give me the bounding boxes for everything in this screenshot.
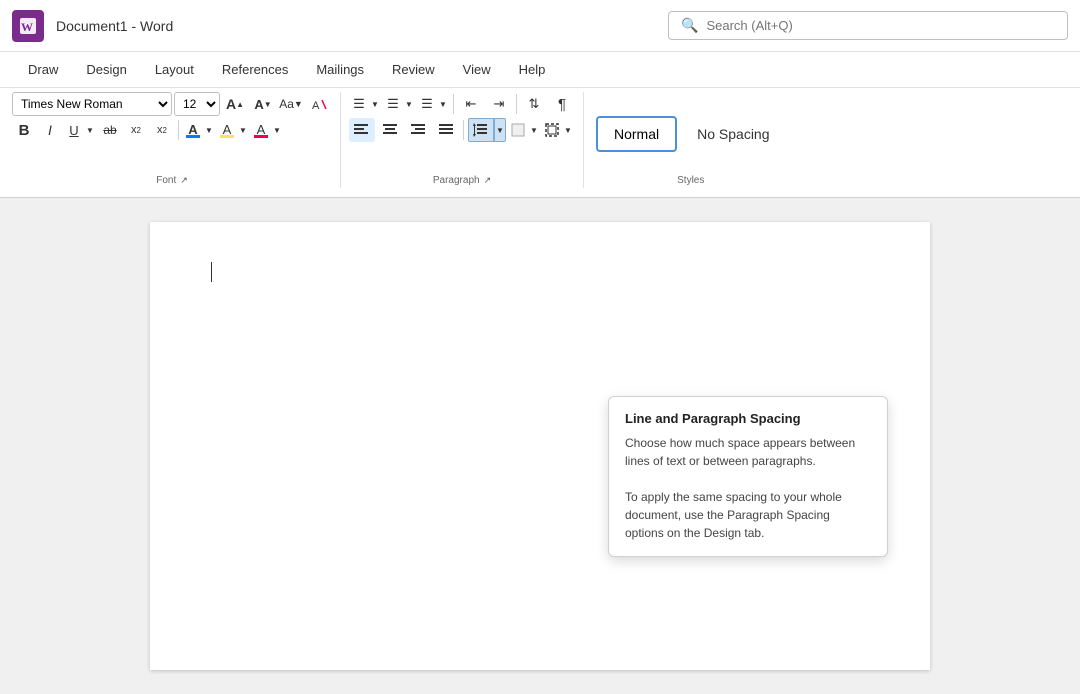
font-size-select[interactable]: 12 10 14 16: [174, 92, 220, 116]
font-name-select[interactable]: Times New Roman Arial Calibri: [12, 92, 172, 116]
align-left-button[interactable]: [349, 118, 375, 142]
align-right-button[interactable]: [405, 118, 431, 142]
borders-dropdown[interactable]: ▼: [562, 118, 574, 142]
workspace: Line and Paragraph Spacing Choose how mu…: [0, 198, 1080, 694]
strikethrough-button[interactable]: ab: [98, 118, 122, 142]
menu-item-draw[interactable]: Draw: [16, 56, 70, 83]
clear-format-button[interactable]: A: [306, 92, 332, 116]
para-group-label: Paragraph ↗: [349, 175, 575, 188]
font-color-split: A ▼: [183, 118, 215, 142]
menu-item-help[interactable]: Help: [507, 56, 558, 83]
font-row-1: Times New Roman Arial Calibri 12 10 14 1…: [12, 92, 332, 116]
underline-button[interactable]: U: [64, 118, 84, 142]
font-color-button[interactable]: A: [183, 118, 203, 142]
ribbon: Times New Roman Arial Calibri 12 10 14 1…: [0, 88, 1080, 198]
menu-item-view[interactable]: View: [451, 56, 503, 83]
text-cursor: [211, 262, 212, 282]
no-spacing-style-card[interactable]: No Spacing: [681, 118, 785, 150]
superscript-button[interactable]: x2: [150, 118, 174, 142]
tooltip-title: Line and Paragraph Spacing: [625, 411, 871, 426]
grow-font-button[interactable]: A▲: [222, 92, 248, 116]
svg-text:W: W: [21, 20, 33, 34]
menu-item-mailings[interactable]: Mailings: [304, 56, 376, 83]
increase-indent-button[interactable]: ⇥: [486, 92, 512, 116]
menu-item-review[interactable]: Review: [380, 56, 447, 83]
sort-button[interactable]: ⇅: [521, 92, 547, 116]
search-bar[interactable]: 🔍: [668, 11, 1068, 40]
menu-bar: Draw Design Layout References Mailings R…: [0, 52, 1080, 88]
shading-dropdown[interactable]: ▼: [528, 118, 540, 142]
title-bar: W Document1 - Word 🔍: [0, 0, 1080, 52]
tooltip-body-1: Choose how much space appears between li…: [625, 434, 871, 470]
shading-button[interactable]: [508, 118, 528, 142]
text-shading-split: A ▼: [251, 118, 283, 142]
text-shading-button[interactable]: A: [251, 118, 271, 142]
highlight-split: A ▼: [217, 118, 249, 142]
underline-split: U ▼: [64, 118, 96, 142]
para-sep-3: [463, 120, 464, 140]
change-case-button[interactable]: Aa▼: [278, 92, 304, 116]
para-row-2: ▼ ▼ ▼: [349, 118, 575, 142]
bold-button[interactable]: B: [12, 118, 36, 142]
font-group-label: Font ↗: [12, 175, 332, 188]
numbering-dropdown[interactable]: ▼: [403, 92, 415, 116]
styles-group: Normal No Spacing Styles: [588, 92, 794, 188]
styles-group-label: Styles: [596, 175, 786, 188]
bullets-button[interactable]: ☰: [349, 92, 369, 116]
styles-row: Normal No Spacing: [596, 92, 786, 175]
justify-button[interactable]: [433, 118, 459, 142]
line-spacing-button[interactable]: [468, 118, 494, 142]
separator-1: [178, 120, 179, 140]
line-spacing-split: ▼: [468, 118, 506, 142]
para-row-1: ☰ ▼ ☰ ▼ ☰ ▼ ⇤ ⇥ ⇅ ¶: [349, 92, 575, 116]
text-shading-dropdown[interactable]: ▼: [271, 118, 283, 142]
svg-text:A: A: [312, 100, 320, 112]
menu-item-layout[interactable]: Layout: [143, 56, 206, 83]
multilevel-split: ☰ ▼: [417, 92, 449, 116]
search-icon: 🔍: [681, 17, 698, 34]
para-group-content: ☰ ▼ ☰ ▼ ☰ ▼ ⇤ ⇥ ⇅ ¶: [349, 92, 575, 142]
tooltip-body: Choose how much space appears between li…: [625, 434, 871, 542]
italic-button[interactable]: I: [38, 118, 62, 142]
tooltip-body-2: To apply the same spacing to your whole …: [625, 488, 871, 542]
line-spacing-dropdown[interactable]: ▼: [494, 118, 506, 142]
para-expand-icon[interactable]: ↗: [484, 175, 492, 186]
document-area: [0, 198, 1080, 694]
para-sep-1: [453, 94, 454, 114]
font-color-dropdown[interactable]: ▼: [203, 118, 215, 142]
multilevel-dropdown[interactable]: ▼: [437, 92, 449, 116]
app-title: Document1 - Word: [56, 18, 173, 34]
highlight-dropdown[interactable]: ▼: [237, 118, 249, 142]
app-logo: W: [12, 10, 44, 42]
underline-dropdown[interactable]: ▼: [84, 118, 96, 142]
font-group-content: Times New Roman Arial Calibri 12 10 14 1…: [12, 92, 332, 175]
menu-item-design[interactable]: Design: [74, 56, 138, 83]
borders-split: ▼: [542, 118, 574, 142]
align-center-button[interactable]: [377, 118, 403, 142]
font-row-2: B I U ▼ ab x2 x2 A ▼: [12, 118, 332, 142]
highlight-button[interactable]: A: [217, 118, 237, 142]
font-expand-icon[interactable]: ↗: [180, 175, 188, 186]
shading-split: ▼: [508, 118, 540, 142]
multilevel-button[interactable]: ☰: [417, 92, 437, 116]
numbering-button[interactable]: ☰: [383, 92, 403, 116]
bullets-dropdown[interactable]: ▼: [369, 92, 381, 116]
subscript-button[interactable]: x2: [124, 118, 148, 142]
decrease-indent-button[interactable]: ⇤: [458, 92, 484, 116]
para-sep-2: [516, 94, 517, 114]
font-group: Times New Roman Arial Calibri 12 10 14 1…: [8, 92, 341, 188]
bullets-split: ☰ ▼: [349, 92, 381, 116]
shrink-font-button[interactable]: A▼: [250, 92, 276, 116]
borders-button[interactable]: [542, 118, 562, 142]
tooltip-box: Line and Paragraph Spacing Choose how mu…: [608, 396, 888, 557]
normal-style-card[interactable]: Normal: [596, 116, 677, 152]
paragraph-group: ☰ ▼ ☰ ▼ ☰ ▼ ⇤ ⇥ ⇅ ¶: [345, 92, 584, 188]
menu-item-references[interactable]: References: [210, 56, 300, 83]
show-hide-button[interactable]: ¶: [549, 92, 575, 116]
search-input[interactable]: [706, 18, 1055, 33]
numbering-split: ☰ ▼: [383, 92, 415, 116]
